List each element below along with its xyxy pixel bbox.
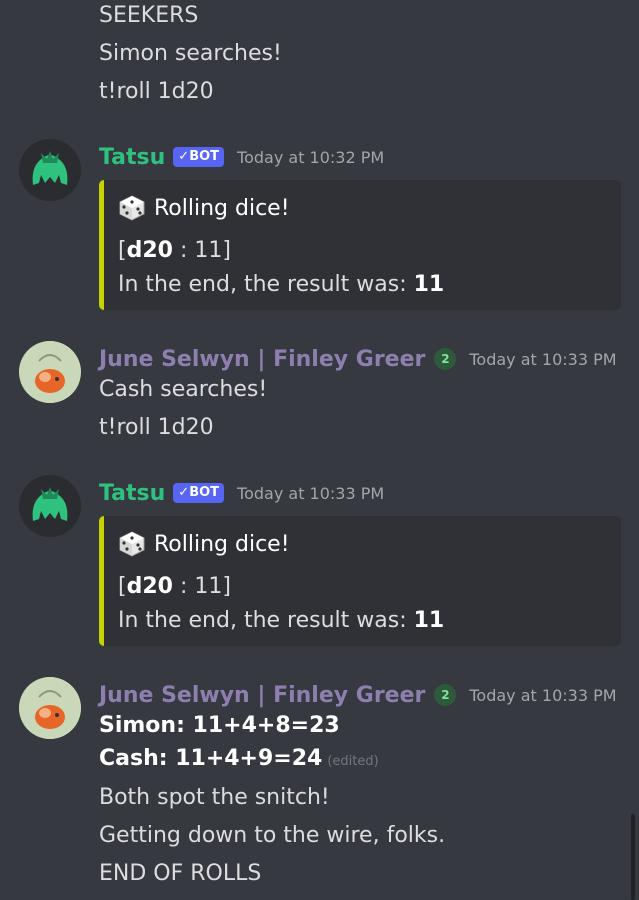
game-die-icon: [119, 195, 145, 221]
dice-embed: Rolling dice! [d20 : 11] In the end, the…: [99, 180, 621, 310]
june-avatar[interactable]: [19, 341, 81, 403]
message-header: June Selwyn | Finley Greer 2 Today at 10…: [99, 344, 617, 374]
role-badge-icon: 2: [434, 684, 457, 706]
message-line: Cash searches!: [99, 377, 268, 402]
scrollbar[interactable]: [631, 814, 635, 900]
embed-title-text: Rolling dice!: [154, 531, 290, 557]
tatsu-avatar[interactable]: [19, 475, 81, 537]
message-line: Both spot the snitch!: [99, 785, 330, 810]
message-line: Cash: 11+4+9=24 (edited): [99, 746, 379, 771]
author-name[interactable]: June Selwyn | Finley Greer: [99, 683, 425, 708]
message-header: Tatsu ✓BOT Today at 10:33 PM: [99, 478, 384, 508]
roll-line: [d20 : 11]: [118, 574, 231, 599]
message-header: June Selwyn | Finley Greer 2 Today at 10…: [99, 680, 617, 710]
message-line: Simon: 11+4+8=23: [99, 713, 340, 738]
timestamp[interactable]: Today at 10:33 PM: [469, 350, 616, 369]
message-line: t!roll 1d20: [99, 415, 214, 440]
embed-title-text: Rolling dice!: [154, 195, 290, 221]
author-name[interactable]: Tatsu: [99, 481, 165, 506]
message-header: Tatsu ✓BOT Today at 10:32 PM: [99, 142, 384, 172]
tatsu-avatar[interactable]: [19, 139, 81, 201]
role-badge-icon: 2: [434, 348, 457, 370]
message-line: Getting down to the wire, folks.: [99, 823, 446, 848]
timestamp[interactable]: Today at 10:33 PM: [469, 686, 616, 705]
bot-tag: ✓BOT: [173, 147, 225, 167]
result-line: In the end, the result was: 11: [118, 272, 445, 297]
timestamp[interactable]: Today at 10:33 PM: [237, 484, 384, 503]
timestamp[interactable]: Today at 10:32 PM: [237, 148, 384, 167]
roll-line: [d20 : 11]: [118, 238, 231, 263]
author-name[interactable]: June Selwyn | Finley Greer: [99, 347, 425, 372]
embed-title: Rolling dice!: [118, 194, 290, 222]
bot-tag: ✓BOT: [173, 483, 225, 503]
result-line: In the end, the result was: 11: [118, 608, 445, 633]
message-line: END OF ROLLS: [99, 861, 262, 886]
game-die-icon: [119, 531, 145, 557]
dice-embed: Rolling dice! [d20 : 11] In the end, the…: [99, 516, 621, 646]
message-line: t!roll 1d20: [99, 79, 214, 104]
june-avatar[interactable]: [19, 677, 81, 739]
message-line: SEEKERS: [99, 3, 199, 28]
message-line: Simon searches!: [99, 41, 282, 66]
author-name[interactable]: Tatsu: [99, 145, 165, 170]
embed-title: Rolling dice!: [118, 530, 290, 558]
edited-label: (edited): [327, 754, 379, 769]
